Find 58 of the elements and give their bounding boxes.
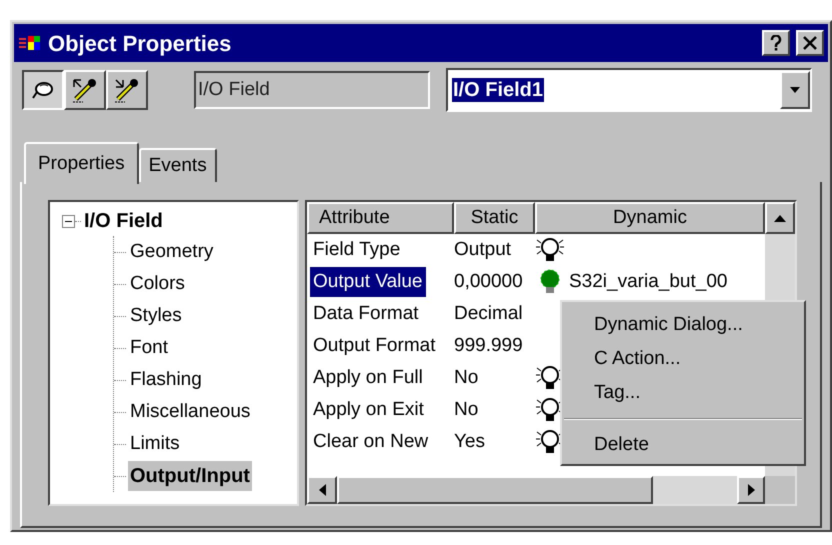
- tree-item[interactable]: Limits: [128, 430, 182, 458]
- scroll-left-button[interactable]: [307, 476, 337, 504]
- scroll-up-button[interactable]: [765, 202, 795, 234]
- pipette-icon: [71, 77, 99, 103]
- help-icon: [770, 35, 782, 51]
- pipette-icon: [113, 77, 141, 103]
- column-header[interactable]: Attribute: [307, 202, 454, 234]
- column-header[interactable]: Dynamic: [535, 202, 765, 234]
- table-cell-text: Output: [454, 238, 512, 262]
- selected-text: I/O Field1: [452, 78, 544, 102]
- left-arrow-icon: [318, 484, 326, 496]
- menu-item[interactable]: Tag...: [564, 376, 802, 410]
- dropdown-button[interactable]: [780, 71, 810, 109]
- menu-item[interactable]: Dynamic Dialog...: [564, 308, 802, 342]
- table-cell[interactable]: Output Format: [310, 331, 438, 361]
- right-arrow-icon: [748, 484, 754, 496]
- menu-item[interactable]: C Action...: [564, 342, 802, 376]
- pipette-button[interactable]: [106, 70, 148, 110]
- tree-item[interactable]: Geometry: [128, 238, 216, 266]
- table-cell-text: No: [454, 398, 480, 422]
- close-button[interactable]: [796, 30, 824, 56]
- table-cell-text: 999.999: [454, 334, 524, 358]
- table-cell-text: No: [454, 366, 480, 390]
- tree-item[interactable]: Colors: [128, 270, 187, 298]
- lightbulb-icon[interactable]: [535, 236, 565, 264]
- table-cell[interactable]: Apply on Exit: [310, 395, 427, 425]
- scroll-thumb[interactable]: [337, 476, 653, 504]
- object-name-combo[interactable]: I/O Field1: [446, 68, 812, 112]
- help-button[interactable]: [762, 30, 790, 56]
- app-icon: [18, 34, 42, 52]
- window-title: Object Properties: [48, 30, 232, 58]
- scroll-right-button[interactable]: [737, 476, 765, 504]
- close-icon: [803, 36, 817, 50]
- tree-item[interactable]: I/O Field: [84, 206, 163, 236]
- pipette-button[interactable]: [64, 70, 106, 110]
- tree-item[interactable]: Styles: [128, 302, 184, 330]
- collapse-toggle[interactable]: [62, 214, 75, 228]
- dropdown-arrow-icon: [790, 87, 800, 93]
- table-cell[interactable]: Field Type: [310, 235, 404, 265]
- table-cell[interactable]: Data Format: [310, 299, 422, 329]
- column-header[interactable]: Static: [454, 202, 535, 234]
- table-cell-text: S32i_varia_but_00: [569, 270, 728, 294]
- table-cell-text: 0,00000: [454, 270, 524, 294]
- up-arrow-icon: [774, 214, 786, 222]
- table-cell[interactable]: Apply on Full: [310, 363, 426, 393]
- scrollbar-corner: [765, 476, 795, 504]
- object-type-field: I/O Field: [194, 71, 430, 109]
- tab[interactable]: Events: [138, 148, 217, 182]
- tree-item[interactable]: Output/Input: [128, 461, 252, 491]
- table-cell-text: Decimal: [454, 302, 524, 326]
- tree-item[interactable]: Miscellaneous: [128, 398, 252, 426]
- tab[interactable]: Properties: [24, 142, 139, 184]
- tree-item[interactable]: Font: [128, 334, 170, 362]
- table-cell[interactable]: Output Value: [310, 267, 426, 297]
- table-cell-text: Yes: [454, 430, 486, 454]
- table-cell[interactable]: Clear on New: [310, 427, 432, 457]
- menu-item[interactable]: Delete: [564, 428, 802, 462]
- tree-item[interactable]: Flashing: [128, 366, 204, 394]
